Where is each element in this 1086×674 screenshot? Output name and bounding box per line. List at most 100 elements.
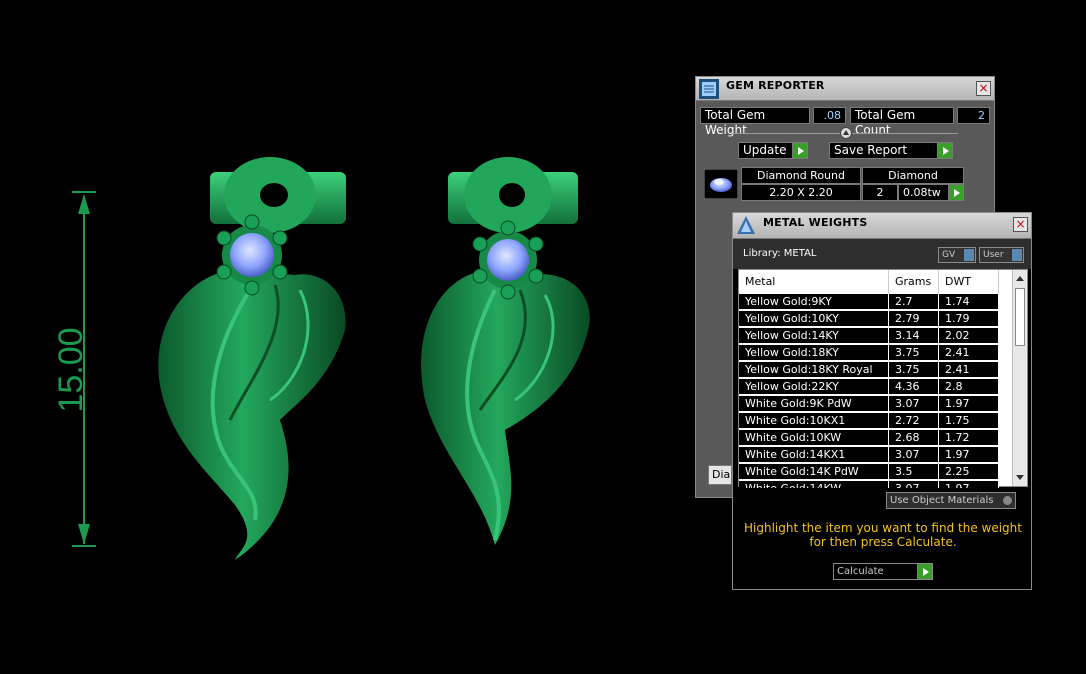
cell-grams: 3.75 <box>889 362 939 378</box>
calculate-hint: Highlight the item you want to find the … <box>743 521 1022 549</box>
metal-table-header: Metal Grams DWT <box>739 270 1013 294</box>
column-header-dwt[interactable]: DWT <box>939 270 999 294</box>
cell-grams: 3.5 <box>889 464 939 480</box>
toggle-icon <box>1012 249 1022 261</box>
gv-toggle[interactable]: GV <box>938 247 976 263</box>
cell-metal: White Gold:9K PdW <box>739 396 889 412</box>
dimension-label: 15.00 <box>52 327 90 412</box>
cell-metal: Yellow Gold:18KY <box>739 345 889 361</box>
total-gem-count-label: Total Gem Count <box>850 107 954 137</box>
cell-metal: Yellow Gold:14KY <box>739 328 889 344</box>
table-row[interactable]: White Gold:9K PdW 3.07 1.97 <box>739 396 1013 413</box>
table-row[interactable]: Yellow Gold:18KY Royal 3.75 2.41 <box>739 362 1013 379</box>
gem-count-cell: 2 <box>862 184 898 201</box>
gem-reporter-close-button[interactable]: × <box>976 81 991 96</box>
update-button[interactable]: Update <box>738 142 808 159</box>
user-toggle[interactable]: User <box>979 247 1024 263</box>
diamond-tab-button[interactable]: Diam <box>708 465 732 485</box>
calculate-button[interactable]: Calculate <box>833 563 933 580</box>
cell-metal: White Gold:10KW <box>739 430 889 446</box>
gem-report-icon <box>699 79 719 99</box>
scroll-up-icon[interactable] <box>1016 276 1024 281</box>
table-row[interactable]: White Gold:14KX1 3.07 1.97 <box>739 447 1013 464</box>
cell-metal: White Gold:14KW <box>739 481 889 488</box>
cell-dwt: 1.74 <box>939 294 999 310</box>
table-row[interactable]: Yellow Gold:9KY 2.7 1.74 <box>739 294 1013 311</box>
dimension-line: 15.00 <box>52 191 96 547</box>
toggle-icon <box>964 249 974 261</box>
gv-label: GV <box>942 250 956 260</box>
table-row[interactable]: Yellow Gold:10KY 2.79 1.79 <box>739 311 1013 328</box>
use-object-materials-toggle[interactable]: Use Object Materials <box>886 492 1016 509</box>
cell-metal: White Gold:14KX1 <box>739 447 889 463</box>
cell-grams: 3.07 <box>889 396 939 412</box>
diamond-round-icon <box>704 169 738 199</box>
cell-grams: 4.36 <box>889 379 939 395</box>
table-row[interactable]: White Gold:14K PdW 3.5 2.25 <box>739 464 1013 481</box>
cell-dwt: 1.97 <box>939 447 999 463</box>
table-row[interactable]: Yellow Gold:14KY 3.14 2.02 <box>739 328 1013 345</box>
cell-metal: Yellow Gold:9KY <box>739 294 889 310</box>
close-icon: × <box>978 81 989 95</box>
library-row: Library: METAL GV User <box>733 239 1031 269</box>
cell-grams: 2.7 <box>889 294 939 310</box>
metal-weights-close-button[interactable]: × <box>1013 217 1028 232</box>
scroll-down-icon[interactable] <box>1016 475 1024 480</box>
total-gem-weight-label: Total Gem Weight <box>700 107 810 137</box>
calculate-label: Calculate <box>837 566 884 577</box>
radio-icon <box>1003 496 1012 505</box>
metal-table-scrollbar[interactable] <box>1012 270 1027 486</box>
scrollbar-thumb[interactable] <box>1015 288 1025 346</box>
update-label: Update <box>743 143 787 157</box>
column-header-metal[interactable]: Metal <box>739 270 889 294</box>
cell-dwt: 2.41 <box>939 345 999 361</box>
metal-table: Metal Grams DWT Yellow Gold:9KY 2.7 1.74 Ye… <box>738 269 1028 488</box>
metal-weights-titlebar[interactable]: METAL WEIGHTS × <box>733 213 1031 239</box>
cell-metal: Yellow Gold:18KY Royal <box>739 362 889 378</box>
metal-weights-window: METAL WEIGHTS × Library: METAL GV User M… <box>732 212 1032 590</box>
cell-grams: 3.14 <box>889 328 939 344</box>
cell-grams: 3.07 <box>889 481 939 488</box>
use-object-materials-label: Use Object Materials <box>890 495 994 506</box>
gem-shape-cell: Diamond Round <box>741 167 861 184</box>
cell-dwt: 2.02 <box>939 328 999 344</box>
cell-metal: White Gold:10KX1 <box>739 413 889 429</box>
play-icon <box>937 143 952 158</box>
cell-metal: White Gold:14K PdW <box>739 464 889 480</box>
column-header-grams[interactable]: Grams <box>889 270 939 294</box>
gem-reporter-title: GEM REPORTER <box>726 79 825 92</box>
gem-list-row[interactable]: Diamond Round Diamond 2.20 X 2.20 2 0.08… <box>704 167 968 203</box>
cell-grams: 3.75 <box>889 345 939 361</box>
cell-grams: 3.07 <box>889 447 939 463</box>
play-icon <box>948 185 963 200</box>
table-row[interactable]: White Gold:10KX1 2.72 1.75 <box>739 413 1013 430</box>
earring-left[interactable] <box>158 157 346 560</box>
table-row[interactable]: Yellow Gold:18KY 3.75 2.41 <box>739 345 1013 362</box>
cell-dwt: 1.97 <box>939 396 999 412</box>
table-row[interactable]: Yellow Gold:22KY 4.36 2.8 <box>739 379 1013 396</box>
cell-dwt: 1.97 <box>939 481 999 488</box>
gem-reporter-titlebar[interactable]: GEM REPORTER × <box>696 77 994 101</box>
cell-grams: 2.79 <box>889 311 939 327</box>
slider-handle[interactable] <box>840 127 852 139</box>
gem-weight-value: 0.08tw <box>903 186 941 199</box>
gem-material-cell: Diamond <box>862 167 964 184</box>
earring-right[interactable] <box>421 157 590 545</box>
save-report-button[interactable]: Save Report <box>829 142 953 159</box>
cell-metal: Yellow Gold:22KY <box>739 379 889 395</box>
metal-weights-title: METAL WEIGHTS <box>763 216 868 229</box>
cell-grams: 2.68 <box>889 430 939 446</box>
table-row[interactable]: White Gold:10KW 2.68 1.72 <box>739 430 1013 447</box>
gem-size-cell: 2.20 X 2.20 <box>741 184 861 201</box>
library-label: Library: METAL <box>743 248 817 259</box>
gem-weight-cell[interactable]: 0.08tw <box>898 184 964 201</box>
total-gem-count-value: 2 <box>957 107 990 124</box>
cell-dwt: 1.72 <box>939 430 999 446</box>
cell-dwt: 1.75 <box>939 413 999 429</box>
metal-weights-icon <box>737 216 755 234</box>
cell-dwt: 2.25 <box>939 464 999 480</box>
cell-metal: Yellow Gold:10KY <box>739 311 889 327</box>
metal-table-body: Yellow Gold:9KY 2.7 1.74 Yellow Gold:10KY 2.… <box>739 294 1013 488</box>
cell-dwt: 2.41 <box>939 362 999 378</box>
table-row[interactable]: White Gold:14KW3.071.97 <box>739 481 1013 488</box>
